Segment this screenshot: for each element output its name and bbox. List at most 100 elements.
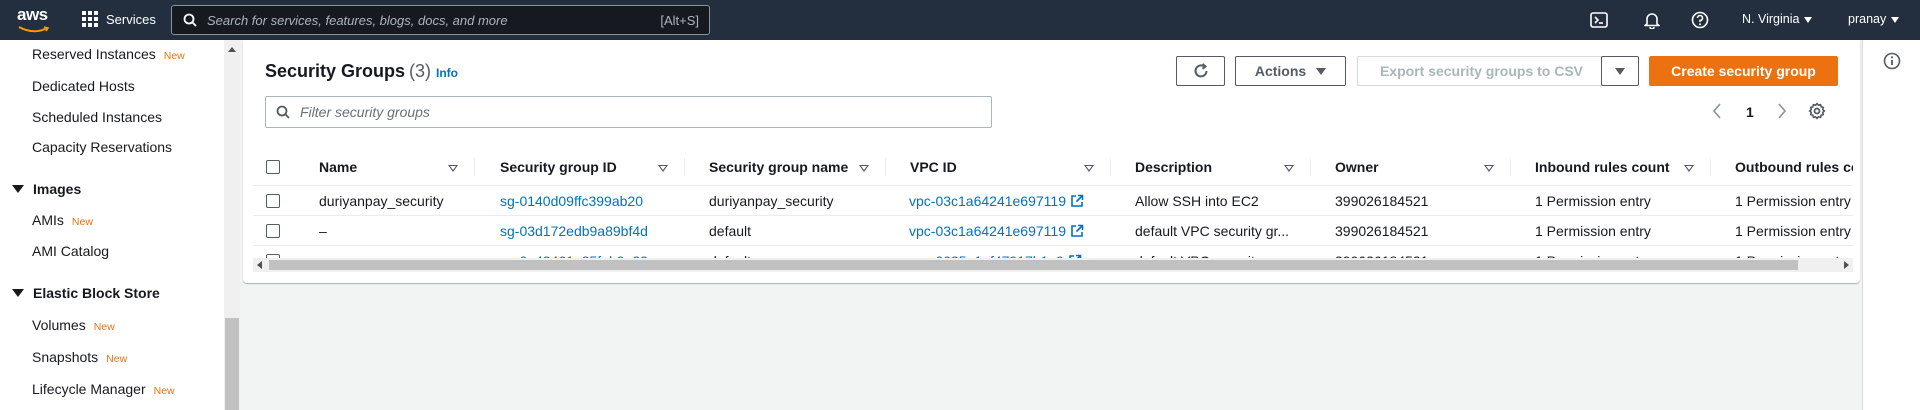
search-shortcut-hint: [Alt+S] — [660, 12, 699, 28]
aws-logo[interactable]: aws — [17, 5, 53, 34]
column-header-security-group-name[interactable]: Security group name — [709, 159, 848, 175]
services-label: Services — [106, 11, 156, 27]
filter-input[interactable] — [300, 104, 991, 120]
column-header-description[interactable]: Description — [1135, 159, 1212, 175]
column-divider[interactable] — [1510, 158, 1511, 176]
export-csv-button[interactable]: Export security groups to CSV — [1357, 56, 1606, 86]
security-groups-table: Name Security group ID Security group na… — [253, 148, 1853, 276]
sidebar-item-volumes[interactable]: Volumes New — [32, 317, 115, 333]
region-selector[interactable]: N. Virginia — [1742, 12, 1813, 26]
gear-icon[interactable] — [1808, 102, 1826, 120]
vpc-id-link[interactable]: vpc-03c1a64241e697119 — [909, 193, 1084, 209]
cloudshell-icon[interactable] — [1590, 11, 1608, 29]
sidebar-section-elastic-block-store[interactable]: Elastic Block Store — [12, 285, 160, 301]
table-horizontal-scrollbar[interactable] — [253, 258, 1853, 272]
previous-page-icon[interactable] — [1712, 103, 1722, 119]
column-header-outbound-rules-count[interactable]: Outbound rules co — [1735, 159, 1853, 175]
sidebar-item-label: Volumes — [32, 317, 86, 333]
column-divider[interactable] — [684, 158, 685, 176]
chevron-down-icon — [1804, 16, 1813, 23]
scroll-left-arrow-icon[interactable] — [257, 261, 262, 269]
column-divider[interactable] — [885, 158, 886, 176]
sort-icon[interactable] — [1284, 165, 1294, 172]
current-page-number[interactable]: 1 — [1746, 104, 1754, 120]
sidebar-item-dedicated-hosts[interactable]: Dedicated Hosts — [32, 78, 135, 94]
region-label: N. Virginia — [1742, 12, 1800, 26]
scroll-right-arrow-icon[interactable] — [1844, 261, 1849, 269]
column-header-name[interactable]: Name — [319, 159, 357, 175]
vpc-id-text: vpc-03c1a64241e697119 — [909, 223, 1066, 239]
new-badge: New — [93, 321, 115, 333]
sort-icon[interactable] — [859, 165, 869, 172]
export-label: Export security groups to CSV — [1379, 63, 1584, 79]
scroll-up-arrow-icon[interactable] — [228, 47, 236, 52]
actions-label: Actions — [1254, 63, 1307, 79]
sort-icon[interactable] — [1084, 165, 1094, 172]
sidebar-item-reserved-instances[interactable]: Reserved Instances New — [32, 46, 185, 62]
aws-logo-text: aws — [17, 5, 48, 24]
user-label: pranay — [1848, 12, 1887, 26]
filter-security-groups-field[interactable] — [265, 96, 992, 128]
security-group-count: (3) — [409, 61, 432, 81]
column-header-vpc-id[interactable]: VPC ID — [910, 159, 957, 175]
sort-icon[interactable] — [1684, 165, 1694, 172]
services-grid-icon — [82, 11, 98, 27]
column-divider[interactable] — [1310, 158, 1311, 176]
export-options-dropdown-button[interactable] — [1601, 56, 1639, 86]
sort-icon[interactable] — [658, 165, 668, 172]
create-label: Create security group — [1671, 63, 1816, 79]
refresh-button[interactable] — [1176, 56, 1225, 86]
sidebar-item-snapshots[interactable]: Snapshots New — [32, 349, 127, 365]
cell-inbound-rules: 1 Permission entry — [1535, 223, 1651, 239]
account-menu[interactable]: pranay — [1848, 12, 1900, 26]
search-icon — [276, 105, 290, 119]
sort-icon[interactable] — [1484, 165, 1494, 172]
ec2-side-navigation: Reserved Instances New Dedicated Hosts Sc… — [0, 40, 240, 410]
help-panel-rail — [1862, 40, 1920, 410]
info-link[interactable]: Info — [436, 66, 458, 80]
security-group-id-link[interactable]: sg-0140d09ffc399ab20 — [500, 193, 643, 209]
sidebar-item-amis[interactable]: AMIs New — [32, 212, 93, 228]
security-group-id-link[interactable]: sg-03d172edb9a89bf4d — [500, 223, 648, 239]
sidebar-item-ami-catalog[interactable]: AMI Catalog — [32, 243, 109, 259]
new-badge: New — [163, 50, 185, 62]
caret-down-icon — [1615, 67, 1625, 75]
aws-smile-icon — [18, 26, 50, 33]
notifications-bell-icon[interactable] — [1643, 11, 1661, 29]
column-divider[interactable] — [1710, 158, 1711, 176]
global-search-input[interactable] — [207, 12, 661, 28]
main-content: Security Groups (3) Info Actions Export s… — [243, 40, 1860, 410]
cell-name: duriyanpay_security — [319, 193, 444, 209]
column-header-inbound-rules-count[interactable]: Inbound rules count — [1535, 159, 1670, 175]
table-row[interactable]: duriyanpay_security sg-0140d09ffc399ab20… — [253, 186, 1853, 216]
help-icon[interactable] — [1691, 11, 1709, 29]
table-row[interactable]: – sg-03d172edb9a89bf4d default vpc-03c1a… — [253, 216, 1853, 246]
actions-dropdown-button[interactable]: Actions — [1235, 56, 1346, 86]
row-checkbox[interactable] — [266, 224, 280, 238]
column-divider[interactable] — [474, 158, 475, 176]
sidebar-scrollbar[interactable] — [224, 40, 240, 410]
row-checkbox[interactable] — [266, 194, 280, 208]
column-header-security-group-id[interactable]: Security group ID — [500, 159, 617, 175]
sidebar-item-lifecycle-manager[interactable]: Lifecycle Manager New — [32, 381, 175, 397]
next-page-icon[interactable] — [1777, 103, 1787, 119]
sort-icon[interactable] — [448, 165, 458, 172]
sidebar-scrollbar-thumb[interactable] — [225, 318, 239, 410]
cell-outbound-rules: 1 Permission entry — [1735, 223, 1851, 239]
services-menu-button[interactable]: Services — [82, 11, 156, 27]
column-divider[interactable] — [1110, 158, 1111, 176]
sidebar-item-label: Reserved Instances — [32, 46, 156, 62]
sidebar-section-images[interactable]: Images — [12, 181, 81, 197]
select-all-checkbox[interactable] — [266, 160, 280, 174]
create-security-group-button[interactable]: Create security group — [1649, 56, 1838, 86]
global-search-bar[interactable]: [Alt+S] — [171, 5, 710, 35]
sidebar-item-scheduled-instances[interactable]: Scheduled Instances — [32, 109, 162, 125]
caret-down-icon — [12, 185, 24, 193]
horizontal-scrollbar-thumb[interactable] — [269, 260, 1798, 270]
column-header-owner[interactable]: Owner — [1335, 159, 1379, 175]
info-circle-icon[interactable] — [1883, 52, 1901, 70]
sidebar-item-capacity-reservations[interactable]: Capacity Reservations — [32, 139, 172, 155]
new-badge: New — [106, 353, 128, 365]
cell-security-group-name: duriyanpay_security — [709, 193, 834, 209]
vpc-id-link[interactable]: vpc-03c1a64241e697119 — [909, 223, 1084, 239]
